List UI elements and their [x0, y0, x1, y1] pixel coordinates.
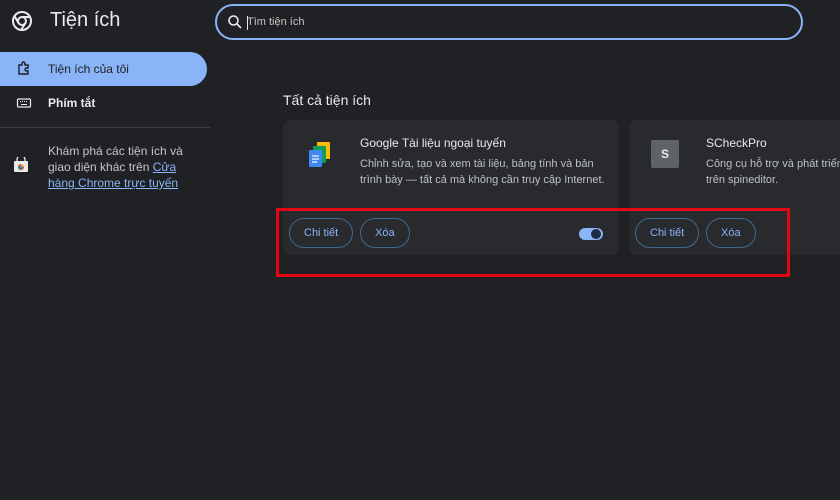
extensions-icon [18, 61, 29, 75]
sidebar-item-label: Phím tắt [48, 96, 96, 110]
chrome-web-store-icon [14, 157, 28, 172]
chrome-logo-icon [12, 11, 32, 31]
section-title: Tất cả tiện ích [283, 92, 371, 108]
sidebar-item-my-extensions[interactable]: Tiện ích của tôi [0, 52, 207, 86]
search-icon [228, 15, 242, 29]
extension-description: Chỉnh sửa, tạo và xem tài liệu, bảng tín… [360, 158, 605, 186]
sidebar-divider [0, 127, 210, 128]
page-title: Tiện ích [50, 9, 121, 31]
sidebar-item-label: Tiện ích của tôi [48, 62, 129, 76]
extension-name: SCheckPro [706, 136, 767, 150]
web-store-promo: Khám phá các tiện ích và giao diện khác … [48, 143, 188, 191]
extension-description: Công cụ hỗ trợ và phát triển trên spined… [706, 158, 840, 186]
text-cursor [247, 16, 248, 30]
extension-name: Google Tài liệu ngoại tuyến [360, 136, 506, 150]
search-box[interactable] [215, 4, 803, 40]
sidebar-item-shortcuts[interactable]: Phím tắt [0, 86, 207, 120]
highlight-box [276, 208, 790, 277]
keyboard-icon [16, 98, 32, 108]
search-input[interactable] [247, 13, 787, 31]
extension-badge: S [651, 140, 679, 168]
top-bar: Tiện ích [0, 0, 840, 44]
google-docs-icon [309, 142, 330, 167]
